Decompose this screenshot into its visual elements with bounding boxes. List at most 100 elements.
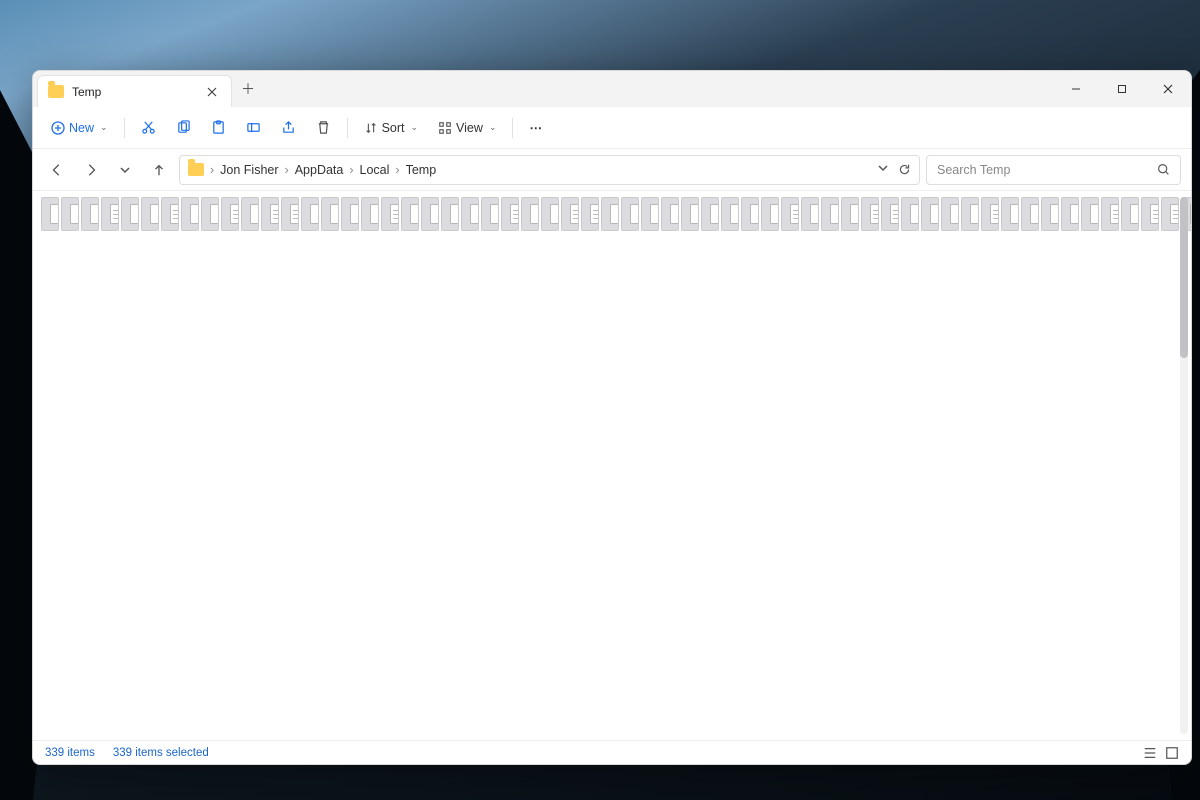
crumb-0[interactable]: Jon Fisher bbox=[220, 163, 278, 177]
file-item[interactable]: 29b711bd-b8e1-4dd3-8c71-7d64fb5d54ee.t..… bbox=[341, 197, 359, 231]
file-item[interactable]: mat-debug-10736.log bbox=[881, 197, 899, 231]
file-item[interactable]: 91a4eab9-4c4a-4f7f-9cc4-993ee647dc0a.tmp bbox=[941, 197, 959, 231]
chevron-right-icon: › bbox=[285, 163, 289, 177]
file-item[interactable]: CEPHtmlEngine11-PHXS-23.3.1-com.adobe... bbox=[501, 197, 519, 231]
scrollbar[interactable] bbox=[1180, 197, 1188, 734]
back-button[interactable] bbox=[43, 156, 71, 184]
file-item[interactable]: wct1025.tmp bbox=[1021, 197, 1039, 231]
file-item[interactable]: 1aa211a9-6f6e-40f1-b25c-c5d9cc05a18b.tmp bbox=[201, 197, 219, 231]
file-item[interactable]: mat-debug-4344.log bbox=[221, 197, 239, 231]
file-icon bbox=[750, 204, 759, 224]
file-item[interactable]: wct5E66.tmp bbox=[421, 197, 439, 231]
file-item[interactable]: wctD29D.tmp bbox=[461, 197, 479, 231]
file-item[interactable]: 718391f2-e763-45a5-a672-d1ba7fefd39d.tmp bbox=[701, 197, 719, 231]
share-button[interactable] bbox=[273, 113, 304, 143]
file-item[interactable]: mat-debug-17644.log bbox=[861, 197, 879, 231]
sort-button[interactable]: Sort⌄ bbox=[356, 113, 426, 143]
file-item[interactable]: wctC594.tmp bbox=[741, 197, 759, 231]
file-icon bbox=[1030, 204, 1039, 224]
file-item[interactable]: b64659e7-1432-4768-8c8a-198c170f7532.tmp bbox=[641, 197, 659, 231]
file-item[interactable]: mat-debug-21272.log bbox=[281, 197, 299, 231]
file-icon bbox=[390, 204, 399, 224]
file-item[interactable]: ca9dfe25-2c53-497a-8b25-de3334982501.tmp bbox=[961, 197, 979, 231]
tab-close-button[interactable] bbox=[203, 83, 221, 101]
more-button[interactable]: ⋯ bbox=[521, 113, 552, 143]
file-item[interactable]: wct6270.tmp bbox=[921, 197, 939, 231]
file-item[interactable]: wct17C4.tmp bbox=[901, 197, 919, 231]
file-item[interactable]: wct5D4B.tmp bbox=[181, 197, 199, 231]
file-item[interactable]: wct8577.tmp bbox=[121, 197, 139, 231]
new-tab-button[interactable]: ＋ bbox=[232, 71, 264, 107]
file-item[interactable]: wct3ED5.tmp bbox=[601, 197, 619, 231]
file-item[interactable]: mat-debug-14708.log bbox=[161, 197, 179, 231]
file-item[interactable]: 606d9c81-5ed0-4a22-857e-c485b9016318.t..… bbox=[541, 197, 559, 231]
minimize-button[interactable] bbox=[1053, 71, 1099, 107]
file-item[interactable]: .ses bbox=[401, 197, 419, 231]
up-button[interactable] bbox=[145, 156, 173, 184]
file-item[interactable]: wctB0B2.tmp bbox=[321, 197, 339, 231]
crumb-3[interactable]: Temp bbox=[406, 163, 437, 177]
file-item[interactable]: wct846C.tmp bbox=[1061, 197, 1079, 231]
file-item[interactable]: 8c378420-4d5b-4f70-abf4-eaedb878e665.tmp bbox=[661, 197, 679, 231]
file-icon bbox=[510, 204, 519, 224]
file-item[interactable]: wct9E74.tmp bbox=[1041, 197, 1059, 231]
file-item[interactable]: 402fe085-5be4-4e21-92e6-e7efd0af698c.tmp bbox=[81, 197, 99, 231]
file-item[interactable]: wctF116.tmp bbox=[241, 197, 259, 231]
file-item[interactable]: wct3746.tmp bbox=[721, 197, 739, 231]
file-item[interactable]: mat-debug-21368.log bbox=[781, 197, 799, 231]
file-item[interactable]: mat-debug-23044.log bbox=[1141, 197, 1159, 231]
file-item[interactable]: wct8991.tmp bbox=[621, 197, 639, 231]
file-item[interactable]: 4af6ff26-fe73-4e92-9117-1723f60980b2.tmp bbox=[481, 197, 499, 231]
file-item[interactable]: wct6668.tmp bbox=[521, 197, 539, 231]
file-icon bbox=[430, 204, 439, 224]
recent-button[interactable] bbox=[111, 156, 139, 184]
search-input[interactable]: Search Temp bbox=[926, 155, 1181, 185]
file-item[interactable]: 502bd901-7915-4153-a527-bfda7344bc15.t..… bbox=[1001, 197, 1019, 231]
file-item[interactable]: wct13C6.tmp bbox=[141, 197, 159, 231]
address-bar[interactable]: › Jon Fisher › AppData › Local › Temp bbox=[179, 155, 920, 185]
view-button[interactable]: View⌄ bbox=[430, 113, 504, 143]
file-item[interactable]: wctECA5.tmp bbox=[441, 197, 459, 231]
paste-button[interactable] bbox=[203, 113, 234, 143]
file-icon bbox=[1090, 204, 1099, 224]
file-item[interactable]: mat-debug-21864.log bbox=[1161, 197, 1179, 231]
search-placeholder: Search Temp bbox=[937, 163, 1010, 177]
file-item[interactable]: bc3902d8132f43e3ae086a009979fa88.db bbox=[681, 197, 699, 231]
file-item[interactable]: cf492662-1686-41bb-bc7b-bbfe98b29d99.t..… bbox=[1081, 197, 1099, 231]
file-item[interactable]: mat-debug-26296.log bbox=[561, 197, 579, 231]
file-icon bbox=[270, 204, 279, 224]
cut-button[interactable] bbox=[133, 113, 164, 143]
tab-temp[interactable]: Temp bbox=[37, 75, 232, 107]
file-item[interactable]: mat-debug-20864.log bbox=[581, 197, 599, 231]
file-item[interactable]: wct1827.tmp bbox=[1121, 197, 1139, 231]
crumb-1[interactable]: AppData bbox=[295, 163, 344, 177]
maximize-button[interactable] bbox=[1099, 71, 1145, 107]
new-button[interactable]: New⌄ bbox=[43, 113, 116, 143]
file-item[interactable]: cv_debug.log bbox=[381, 197, 399, 231]
file-item[interactable]: wctAB8C.tmp bbox=[761, 197, 779, 231]
close-button[interactable] bbox=[1145, 71, 1191, 107]
file-item[interactable]: mat-debug-18640.log bbox=[101, 197, 119, 231]
rename-button[interactable] bbox=[238, 113, 269, 143]
file-item[interactable]: wct6606.tmp bbox=[301, 197, 319, 231]
file-item[interactable]: 12ded60a-9f67-4c9f-99a1-2142ac955207.tmp bbox=[61, 197, 79, 231]
file-item[interactable]: 6b8e91bc-617f-49c1-b518-c26647cdf4ad.tmp bbox=[41, 197, 59, 231]
file-item[interactable]: wct3F47.tmp bbox=[821, 197, 839, 231]
refresh-button[interactable] bbox=[898, 163, 911, 176]
file-icon bbox=[530, 204, 539, 224]
address-dropdown-icon[interactable] bbox=[878, 163, 888, 176]
crumb-2[interactable]: Local bbox=[360, 163, 390, 177]
file-item[interactable]: mat-debug-26528.log bbox=[261, 197, 279, 231]
delete-button[interactable] bbox=[308, 113, 339, 143]
file-item[interactable]: 4438dffb-709e-4f3b-9069-f29ab743d9e9.tmp bbox=[361, 197, 379, 231]
file-icon bbox=[870, 204, 879, 224]
large-view-icon[interactable] bbox=[1165, 746, 1179, 760]
copy-button[interactable] bbox=[168, 113, 199, 143]
file-item[interactable]: 5cb5c20e-1c06-4262-905a-73ae57f26c51.tmp bbox=[841, 197, 859, 231]
details-view-icon[interactable] bbox=[1143, 746, 1157, 760]
forward-button[interactable] bbox=[77, 156, 105, 184]
scrollbar-thumb[interactable] bbox=[1180, 197, 1188, 358]
file-item[interactable]: CEPHtmlEngine11-PHXS-23.3.1-com.adobe... bbox=[1101, 197, 1119, 231]
file-item[interactable]: mat-debug-19652.log bbox=[981, 197, 999, 231]
file-item[interactable]: f5299ff5-42b1-47ac-9b41-84ed0cd3e46b.tmp bbox=[801, 197, 819, 231]
